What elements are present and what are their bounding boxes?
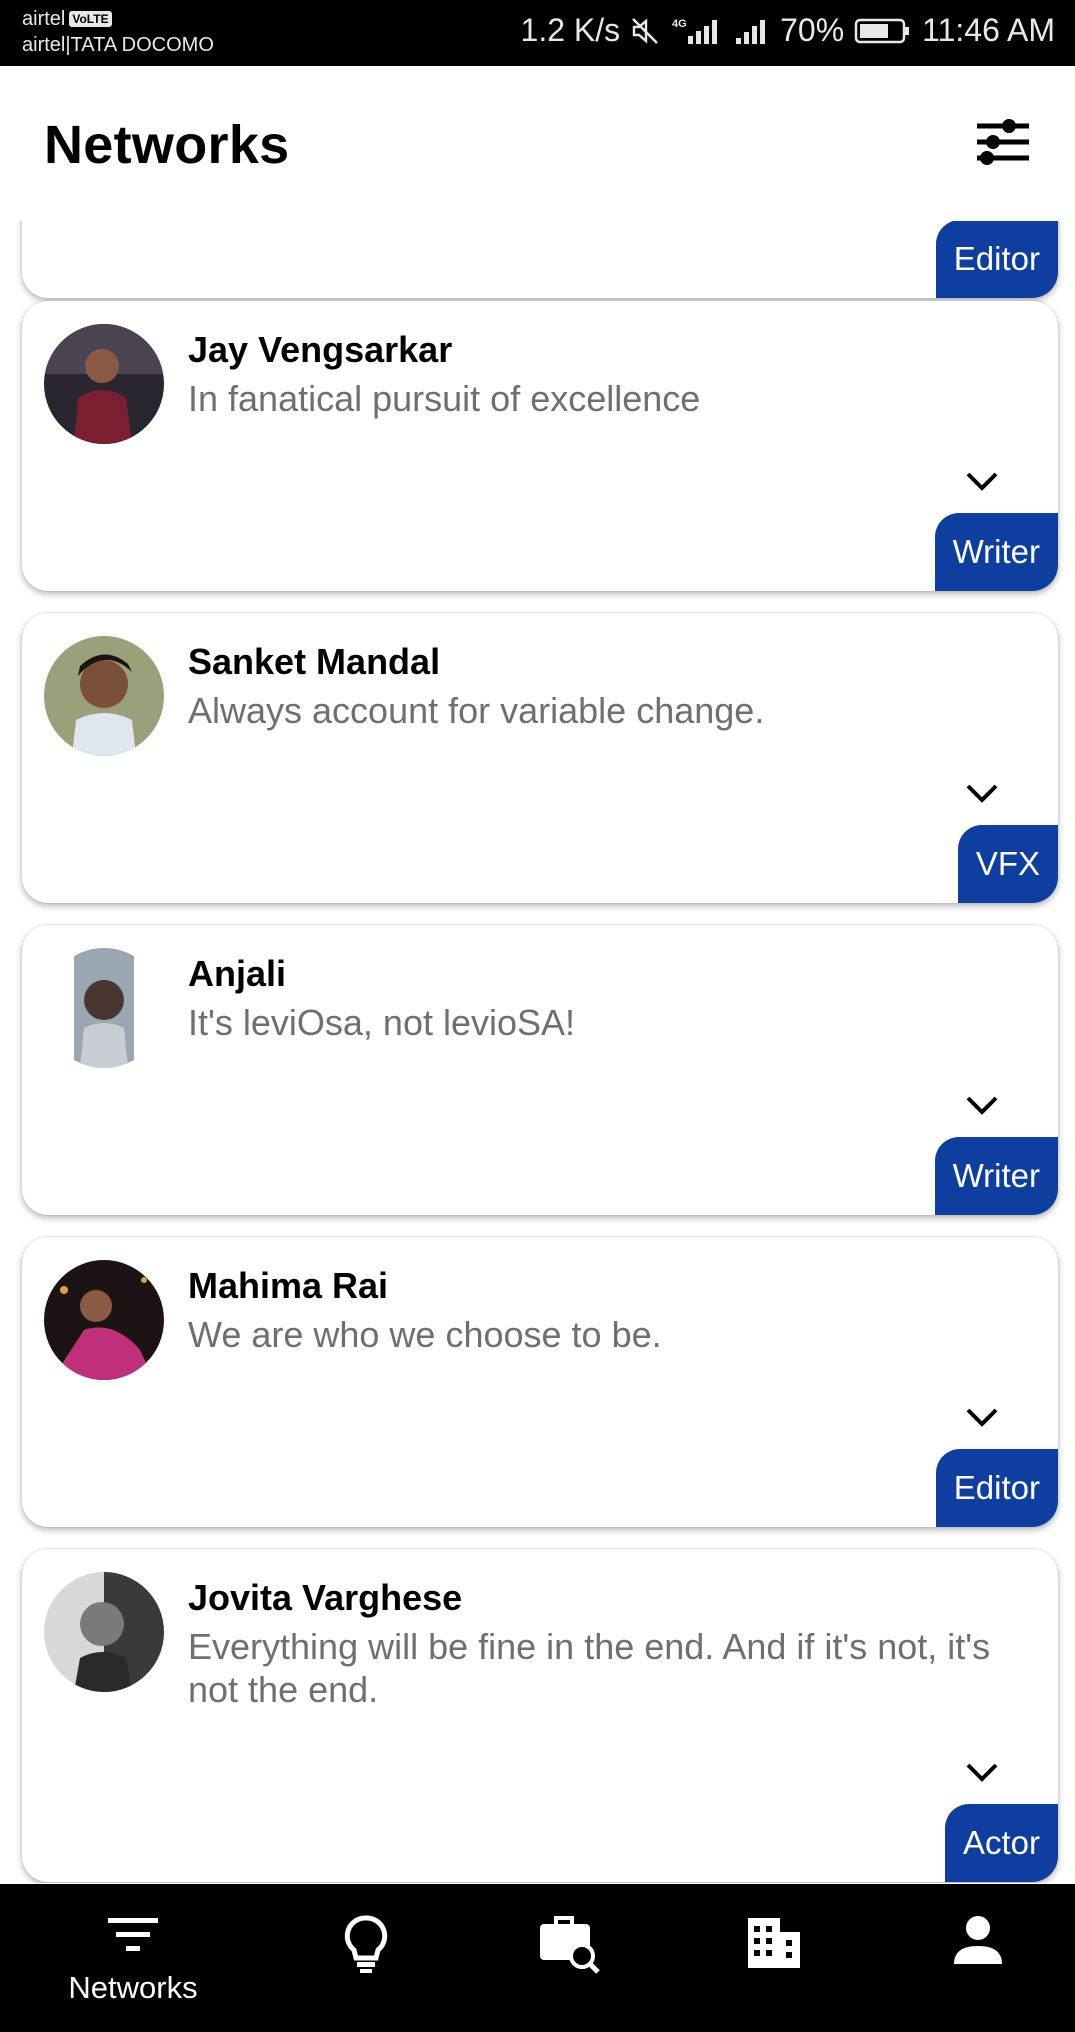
profile-card[interactable]: Mahima Rai We are who we choose to be. E…: [22, 1237, 1058, 1527]
profile-name: Anjali: [188, 953, 287, 994]
profile-bio: Always account for variable change.: [188, 690, 765, 731]
nav-jobs[interactable]: [510, 1884, 630, 2032]
role-badge: Writer: [934, 1137, 1058, 1215]
avatar: [44, 636, 164, 756]
role-badge: Writer: [934, 513, 1058, 591]
chevron-down-icon[interactable]: [964, 781, 1000, 805]
profile-bio: It's leviOsa, not levioSA!: [188, 1002, 576, 1043]
carrier-name: airtel: [22, 8, 66, 30]
profile-bio: In fanatical pursuit of excellence: [188, 378, 701, 419]
chevron-down-icon[interactable]: [964, 1760, 1000, 1784]
building-icon: [748, 1918, 800, 1968]
role-badge: Actor: [944, 1804, 1058, 1882]
profile-name: Jovita Varghese: [188, 1577, 463, 1618]
page-title: Networks: [44, 115, 290, 175]
role-badge: Editor: [935, 221, 1058, 298]
filter-button[interactable]: [973, 112, 1033, 172]
sliders-icon: [977, 119, 1029, 165]
profile-name: Mahima Rai: [188, 1265, 389, 1306]
status-bar: airtel VoLTE airtel|TATA DOCOMO 1.2 K/s 4…: [0, 0, 1075, 66]
person-icon: [954, 1916, 1002, 1964]
carrier-secondary: airtel|TATA DOCOMO: [22, 34, 214, 56]
profile-card[interactable]: Sanket Mandal Always account for variabl…: [22, 613, 1058, 903]
profile-card[interactable]: Jovita Varghese Everything will be fine …: [22, 1549, 1058, 1882]
battery-icon: [854, 16, 912, 46]
profile-card[interactable]: Anjali It's leviOsa, not levioSA! Writer: [22, 925, 1058, 1215]
chevron-down-icon[interactable]: [964, 1405, 1000, 1429]
bottom-nav: Networks: [0, 1884, 1075, 2032]
network-speed: 1.2 K/s: [520, 12, 621, 48]
battery-percent: 70%: [780, 12, 845, 48]
nav-ideas[interactable]: [306, 1884, 426, 2032]
profile-bio: Everything will be fine in the end. And …: [188, 1626, 991, 1710]
avatar: [44, 324, 164, 444]
nav-label: Networks: [68, 1970, 198, 2005]
nav-networks[interactable]: Networks: [40, 1884, 226, 2032]
filter-lines-icon: [108, 1918, 158, 1951]
role-badge: Editor: [935, 1449, 1058, 1527]
mute-icon: [630, 16, 660, 46]
briefcase-search-icon: [540, 1916, 600, 1974]
network-type-label: 4G: [672, 18, 687, 30]
app-bar: Networks: [0, 66, 1075, 221]
profile-name: Sanket Mandal: [188, 641, 441, 682]
volte-badge: VoLTE: [69, 11, 112, 27]
avatar: [44, 948, 164, 1068]
network-list[interactable]: Editor Jay Vengsarkar In fanatical pursu…: [0, 221, 1075, 1883]
avatar: [44, 1572, 164, 1692]
clock: 11:46 AM: [922, 12, 1055, 48]
signal-4g-icon: 4G: [670, 16, 724, 46]
profile-card[interactable]: Editor: [22, 221, 1058, 298]
role-badge: VFX: [957, 825, 1058, 903]
avatar: [44, 1260, 164, 1380]
signal-icon: [734, 16, 770, 46]
nav-companies[interactable]: [714, 1884, 834, 2032]
profile-bio: We are who we choose to be.: [188, 1314, 662, 1355]
lightbulb-icon: [344, 1915, 388, 1973]
profile-name: Jay Vengsarkar: [188, 329, 453, 370]
chevron-down-icon[interactable]: [964, 1093, 1000, 1117]
chevron-down-icon[interactable]: [964, 469, 1000, 493]
carrier-info: airtel VoLTE airtel|TATA DOCOMO: [22, 6, 214, 58]
profile-card[interactable]: Jay Vengsarkar In fanatical pursuit of e…: [22, 301, 1058, 591]
nav-profile[interactable]: [918, 1884, 1038, 2032]
